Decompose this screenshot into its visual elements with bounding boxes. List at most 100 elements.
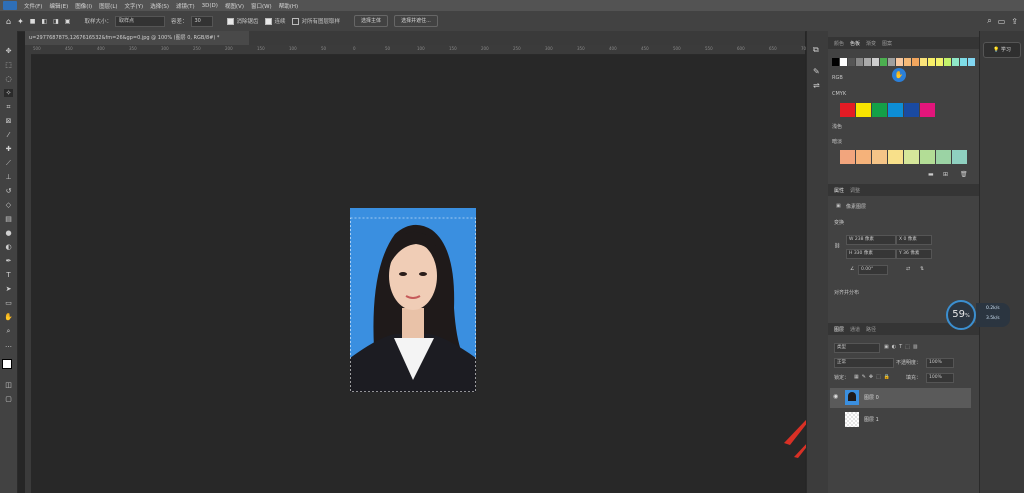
antialias-checkbox[interactable] bbox=[226, 17, 234, 25]
tab-gradients[interactable]: 渐变 bbox=[866, 40, 876, 47]
document-tab[interactable]: u=2977687875,1267616532&fm=26&gp=0.jpg @… bbox=[25, 31, 249, 45]
learn-button[interactable]: 💡 学习 bbox=[983, 42, 1021, 58]
blend-mode-select[interactable]: 正常 bbox=[834, 358, 894, 368]
swatch-group-rgb[interactable]: RGB bbox=[832, 75, 843, 81]
foreground-color-swatch[interactable] bbox=[2, 359, 12, 369]
color-swatch[interactable] bbox=[936, 150, 951, 164]
marquee-icon[interactable]: ⬚ bbox=[4, 61, 13, 69]
color-swatch[interactable] bbox=[928, 58, 935, 66]
tolerance-input[interactable]: 30 bbox=[190, 15, 213, 27]
color-swatch[interactable] bbox=[912, 58, 919, 66]
magic-wand-tool-icon[interactable]: ✦ bbox=[17, 17, 24, 26]
menu-window[interactable]: 窗口(W) bbox=[251, 2, 272, 10]
color-swatch[interactable] bbox=[872, 150, 887, 164]
color-swatch[interactable] bbox=[864, 58, 871, 66]
color-swatch[interactable] bbox=[832, 58, 839, 66]
eraser-icon[interactable]: ◇ bbox=[4, 201, 13, 209]
color-swatch[interactable] bbox=[840, 103, 855, 117]
workspace-icon[interactable]: ▭ bbox=[998, 17, 1006, 26]
sample-all-checkbox[interactable] bbox=[291, 17, 299, 25]
color-swatch[interactable] bbox=[840, 58, 847, 66]
color-swatch[interactable] bbox=[944, 58, 951, 66]
color-swatch[interactable] bbox=[920, 103, 935, 117]
menu-3d[interactable]: 3D(D) bbox=[202, 3, 218, 9]
tab-adjustments[interactable]: 调整 bbox=[850, 187, 860, 194]
menu-help[interactable]: 帮助(H) bbox=[279, 2, 298, 10]
menu-file[interactable]: 文件(F) bbox=[24, 2, 42, 10]
color-swatch[interactable] bbox=[920, 150, 935, 164]
share-icon[interactable]: ⇪ bbox=[1011, 17, 1018, 26]
stamp-icon[interactable]: ⊥ bbox=[4, 173, 13, 181]
search-icon[interactable]: ⌕ bbox=[987, 16, 991, 26]
tab-patterns[interactable]: 图案 bbox=[882, 40, 892, 47]
healing-icon[interactable]: ✚ bbox=[4, 145, 13, 153]
quick-mask-icon[interactable]: ◫ bbox=[4, 381, 13, 389]
add-selection-icon[interactable]: ◧ bbox=[41, 18, 47, 25]
portrait-image[interactable] bbox=[350, 208, 476, 392]
menu-filter[interactable]: 滤镜(T) bbox=[176, 2, 195, 10]
magic-wand-icon[interactable]: ✧ bbox=[4, 89, 13, 97]
eyedropper-icon[interactable]: ⁄ bbox=[4, 131, 13, 139]
flip-horizontal-icon[interactable]: ⇄ bbox=[906, 266, 910, 272]
layer-filter-icons[interactable]: ▣◐T⬚▥ bbox=[884, 344, 921, 350]
select-and-mask-button[interactable]: 选择并遮住... bbox=[394, 15, 438, 27]
y-field[interactable]: Y 36 像素 bbox=[896, 249, 932, 259]
tab-channels[interactable]: 通道 bbox=[850, 326, 860, 333]
color-swatch[interactable] bbox=[968, 58, 975, 66]
color-swatch[interactable] bbox=[888, 150, 903, 164]
tab-color[interactable]: 颜色 bbox=[834, 40, 844, 47]
menu-image[interactable]: 图像(I) bbox=[75, 2, 92, 10]
fill-field[interactable]: 100% bbox=[926, 373, 954, 383]
adjust-icon[interactable]: ⇌ bbox=[813, 81, 820, 90]
color-swatch[interactable] bbox=[936, 58, 943, 66]
shape-icon[interactable]: ▭ bbox=[4, 299, 13, 307]
pen-icon[interactable]: ✒ bbox=[4, 257, 13, 265]
gradient-icon[interactable]: ▤ bbox=[4, 215, 13, 223]
memory-gauge[interactable]: 59% bbox=[946, 300, 976, 330]
menu-layer[interactable]: 图层(L) bbox=[99, 2, 117, 10]
swatch-group-light[interactable]: 浅色 bbox=[832, 123, 842, 130]
new-selection-icon[interactable]: ■ bbox=[30, 18, 36, 25]
new-swatch-folder-icon[interactable]: ▬ bbox=[928, 171, 934, 178]
horizontal-ruler[interactable]: 500 450 400 350 300 250 200 150 100 50 0 50 100 150 20… bbox=[25, 45, 809, 55]
dodge-icon[interactable]: ◐ bbox=[4, 243, 13, 251]
menu-type[interactable]: 文字(Y) bbox=[125, 2, 144, 10]
move-icon[interactable]: ✥ bbox=[4, 47, 13, 55]
angle-field[interactable]: 0.00° bbox=[858, 265, 888, 275]
tab-paths[interactable]: 路径 bbox=[866, 326, 876, 333]
brush-icon[interactable]: ⟋ bbox=[4, 159, 13, 167]
history-panel-icon[interactable]: ⧉ bbox=[813, 45, 819, 55]
subtract-selection-icon[interactable]: ◨ bbox=[53, 18, 59, 25]
contiguous-checkbox[interactable] bbox=[264, 17, 272, 25]
layer-row[interactable]: 图层 1 bbox=[830, 410, 971, 430]
color-swatch[interactable] bbox=[848, 58, 855, 66]
type-icon[interactable]: T bbox=[4, 271, 13, 279]
color-swatch[interactable] bbox=[840, 150, 855, 164]
x-field[interactable]: X 0 像素 bbox=[896, 235, 932, 245]
lock-icons[interactable]: ▦✎✥⬚🔒 bbox=[854, 374, 893, 380]
intersect-selection-icon[interactable]: ▣ bbox=[65, 18, 71, 25]
screen-mode-icon[interactable]: ▢ bbox=[4, 395, 13, 403]
new-swatch-icon[interactable]: ⊞ bbox=[943, 171, 948, 178]
home-icon[interactable]: ⌂ bbox=[6, 17, 11, 26]
zoom-icon[interactable]: ⌕ bbox=[4, 327, 13, 335]
menu-select[interactable]: 选择(S) bbox=[150, 2, 169, 10]
width-field[interactable]: W 238 像素 bbox=[846, 235, 896, 245]
opacity-field[interactable]: 100% bbox=[926, 358, 954, 368]
tab-properties[interactable]: 属性 bbox=[834, 187, 844, 194]
color-swatch[interactable] bbox=[856, 58, 863, 66]
color-swatch[interactable] bbox=[952, 150, 967, 164]
path-select-icon[interactable]: ➤ bbox=[4, 285, 13, 293]
delete-swatch-icon[interactable]: 🗑 bbox=[960, 171, 968, 178]
crop-icon[interactable]: ⌗ bbox=[4, 103, 13, 111]
sample-size-select[interactable]: 取样点 bbox=[114, 15, 165, 27]
link-icon[interactable]: ⛓ bbox=[834, 243, 840, 249]
history-brush-icon[interactable]: ↺ bbox=[4, 187, 13, 195]
color-swatch[interactable] bbox=[904, 58, 911, 66]
menu-view[interactable]: 视图(V) bbox=[225, 2, 244, 10]
color-swatch[interactable] bbox=[872, 58, 879, 66]
tab-swatches[interactable]: 色板 bbox=[850, 40, 860, 47]
color-swatch[interactable] bbox=[896, 58, 903, 66]
height-field[interactable]: H 330 像素 bbox=[846, 249, 896, 259]
frame-icon[interactable]: ⊠ bbox=[4, 117, 13, 125]
